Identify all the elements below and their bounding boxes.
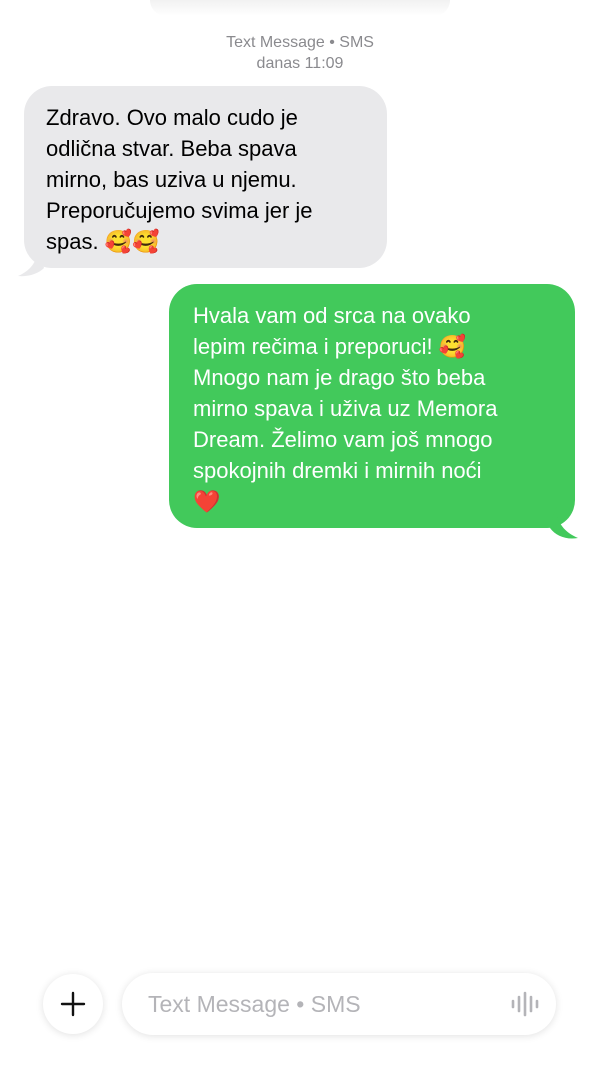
message-timestamp: danas 11:09: [256, 55, 344, 72]
waveform-icon[interactable]: [510, 990, 540, 1018]
sent-message-bubble[interactable]: Hvala vam od srca na ovako lepim rečima …: [169, 284, 575, 528]
message-composer: [122, 973, 556, 1035]
received-message-bubble[interactable]: Zdravo. Ovo malo cudo je odlična stvar. …: [24, 86, 387, 268]
service-label: Text Message • SMS: [226, 34, 374, 51]
message-input[interactable]: [148, 973, 498, 1035]
add-attachment-button[interactable]: [43, 974, 103, 1034]
top-shadow: [150, 0, 450, 16]
plus-icon: [60, 991, 86, 1017]
received-bubble-tail: [18, 246, 44, 277]
sent-bubble-tail: [550, 506, 578, 539]
conversation-header: Text Message • SMS danas 11:09: [0, 32, 600, 74]
